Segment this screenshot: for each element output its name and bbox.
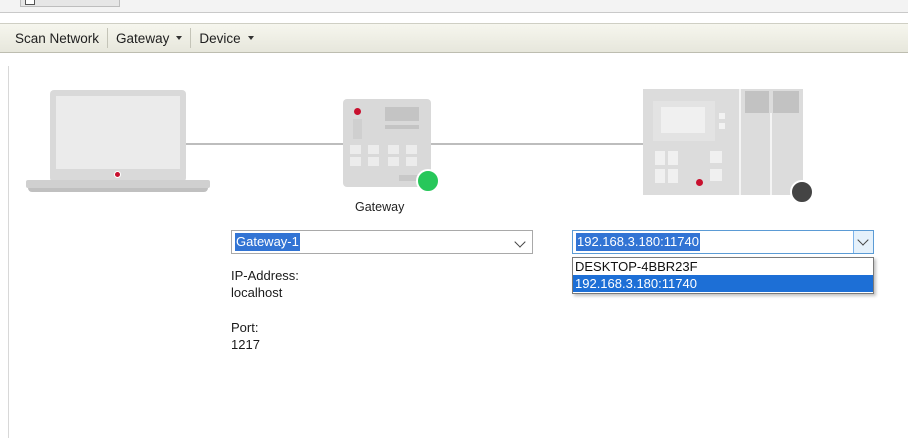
device-menu-label: Device (199, 30, 241, 46)
gateway-menu-button[interactable]: Gateway (109, 27, 189, 49)
divider (8, 66, 9, 438)
device-icon[interactable] (643, 89, 803, 195)
port-value: 1217 (231, 337, 260, 352)
chevron-down-icon (857, 234, 869, 246)
chevron-down-icon (514, 236, 526, 248)
device-select-dropdown-button[interactable] (853, 231, 873, 253)
device-select-value: 192.168.3.180:11740 (576, 233, 700, 251)
gateway-select-value: Gateway-1 (235, 233, 300, 251)
device-status-indicator (790, 180, 814, 204)
connection-line-gateway-device (431, 143, 643, 145)
ip-address-value: localhost (231, 285, 283, 300)
device-select-dropdown: DESKTOP-4BBR23F 192.168.3.180:11740 (572, 257, 874, 294)
port-label: Port: (231, 320, 259, 335)
toolbar-separator (107, 28, 109, 48)
dropdown-option-selected[interactable]: 192.168.3.180:11740 (573, 275, 873, 292)
tab-strip (0, 0, 908, 13)
device-select[interactable]: 192.168.3.180:11740 (572, 230, 874, 254)
gateway-menu-label: Gateway (116, 30, 170, 46)
dropdown-option[interactable]: DESKTOP-4BBR23F (573, 258, 873, 275)
device-menu-button[interactable]: Device (192, 27, 260, 49)
document-icon (25, 0, 35, 5)
scan-network-button[interactable]: Scan Network (8, 27, 106, 49)
caret-down-icon (247, 36, 254, 40)
top-tab[interactable] (20, 0, 120, 7)
gateway-status-indicator (416, 169, 440, 193)
gateway-select[interactable]: Gateway-1 (231, 230, 533, 254)
laptop-icon (26, 90, 210, 196)
toolbar-separator (190, 28, 192, 48)
caret-down-icon (176, 36, 183, 40)
spacer (0, 13, 908, 23)
ip-address-label: IP-Address: (231, 268, 299, 283)
toolbar: Scan Network Gateway Device (0, 23, 908, 53)
scan-network-label: Scan Network (15, 30, 100, 46)
gateway-label: Gateway (355, 200, 405, 214)
